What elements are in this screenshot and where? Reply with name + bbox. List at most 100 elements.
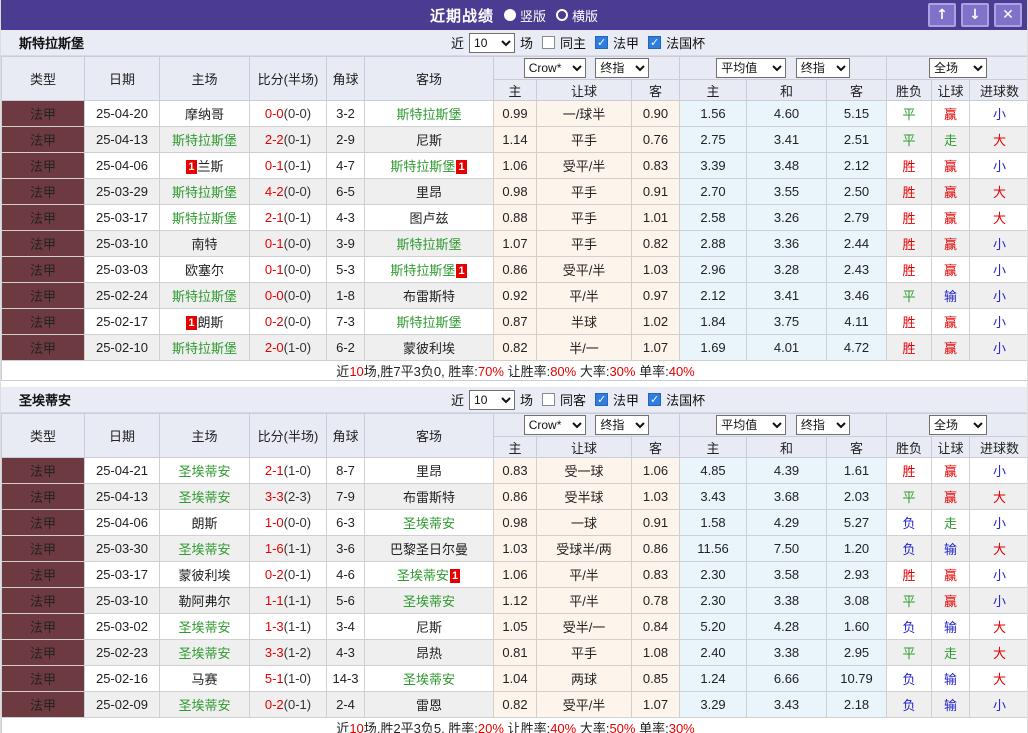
home-team-name: 兰斯 — [197, 159, 224, 174]
odds-time-select[interactable]: 终指 — [595, 415, 650, 435]
away-team-name: 巴黎圣日尔曼 — [389, 542, 468, 557]
result-goals-cell: 大 — [969, 535, 1027, 562]
recent-count-select[interactable]: 10 — [469, 389, 516, 410]
sub-header-odds-away: 客 — [630, 79, 681, 101]
avg-away-cell: 2.44 — [826, 230, 888, 257]
avg-home-cell: 2.30 — [679, 587, 748, 614]
home-team-name: 斯特拉斯堡 — [171, 211, 237, 226]
date-cell: 25-03-30 — [84, 535, 160, 562]
avg-home-cell: 2.30 — [679, 561, 748, 588]
league-cell: 法甲 — [1, 457, 85, 484]
home-team-name: 圣埃蒂安 — [178, 464, 231, 479]
summary-text: 让胜率: — [503, 364, 551, 379]
recent-count-select[interactable]: 10 — [469, 32, 516, 53]
odds-away-cell: 1.07 — [630, 691, 681, 718]
half-time-score: (0-0) — [283, 236, 312, 251]
avg-draw-cell: 3.48 — [746, 152, 828, 179]
handicap-cell: 两球 — [536, 665, 632, 692]
odds-source-select[interactable]: Crow* — [523, 58, 586, 78]
odds-home-cell: 1.04 — [493, 665, 537, 692]
summary-text: 单率: — [635, 721, 669, 733]
scroll-down-button[interactable]: ↓ — [961, 3, 989, 27]
date-cell: 25-04-13 — [84, 483, 160, 510]
away-team-cell: 圣埃蒂安 — [364, 587, 494, 614]
sub-header-handicap: 让球 — [536, 79, 632, 101]
handicap-cell: 受球半/两 — [536, 535, 632, 562]
corners-cell: 8-7 — [326, 457, 365, 484]
avg-time-select[interactable]: 终指 — [795, 58, 850, 78]
score-cell: 2-0(1-0) — [249, 334, 327, 361]
result-wdl-cell: 胜 — [886, 457, 933, 484]
away-team-cell: 圣埃蒂安 1 — [364, 561, 494, 588]
result-handicap-cell: 走 — [931, 639, 971, 666]
avg-time-select[interactable]: 终指 — [795, 415, 850, 435]
result-wdl-cell: 平 — [886, 639, 933, 666]
result-wdl-cell: 胜 — [886, 308, 933, 335]
sub-header-goals: 进球数 — [969, 79, 1027, 101]
full-time-score: 4-2 — [264, 184, 284, 199]
close-button[interactable]: ✕ — [994, 3, 1022, 27]
avg-draw-cell: 3.55 — [746, 178, 828, 205]
avg-away-cell: 1.61 — [826, 457, 888, 484]
odds-away-cell: 0.97 — [630, 282, 681, 309]
full-time-score: 5-1 — [264, 671, 284, 686]
sub-header-goals: 进球数 — [969, 436, 1027, 458]
same-venue-checkbox[interactable] — [542, 36, 556, 49]
scroll-up-button[interactable]: ↑ — [928, 3, 956, 27]
odds-away-cell: 1.02 — [630, 308, 681, 335]
cup-checkbox[interactable] — [648, 393, 662, 406]
avg-source-select[interactable]: 平均值 — [716, 58, 787, 78]
full-time-score: 2-2 — [264, 132, 284, 147]
home-team-name: 马赛 — [191, 672, 218, 687]
scope-group-header: 全场 — [886, 413, 1027, 437]
league-checkbox[interactable] — [595, 393, 609, 406]
handicap-cell: 半/一 — [536, 334, 632, 361]
odds-time-select[interactable]: 终指 — [595, 58, 650, 78]
scope-select[interactable]: 全场 — [929, 58, 988, 78]
match-row: 法甲 25-03-10 南特 0-1(0-0) 3-9 斯特拉斯堡 1.07 平手 0.82 2.… — [1, 230, 1027, 257]
result-handicap-cell: 赢 — [931, 457, 971, 484]
summary-text: 近 — [336, 721, 350, 733]
avg-draw-cell: 4.01 — [746, 334, 828, 361]
odds-away-cell: 1.08 — [630, 639, 681, 666]
result-handicap-cell: 输 — [931, 613, 971, 640]
scope-select[interactable]: 全场 — [929, 415, 988, 435]
result-handicap-cell: 赢 — [931, 334, 971, 361]
same-venue-checkbox[interactable] — [542, 393, 556, 406]
match-row: 法甲 25-04-06 朗斯 1-0(0-0) 6-3 圣埃蒂安 0.98 一球 0.91 1.5… — [1, 509, 1027, 536]
home-team-cell: 朗斯 — [159, 509, 250, 536]
odds-home-cell: 1.14 — [493, 126, 537, 153]
odds-away-cell: 1.03 — [630, 256, 681, 283]
home-team-cell: 1 朗斯 — [159, 308, 250, 335]
radio-horizontal-layout[interactable]: 横版 — [556, 6, 598, 25]
radio-vertical-layout[interactable]: 竖版 — [503, 6, 546, 25]
league-cell: 法甲 — [1, 665, 85, 692]
home-team-cell: 斯特拉斯堡 — [159, 126, 250, 153]
avg-away-cell: 2.12 — [826, 152, 888, 179]
away-team-name: 斯特拉斯堡 — [396, 237, 462, 252]
full-time-score: 1-3 — [264, 619, 284, 634]
league-checkbox[interactable] — [595, 36, 609, 49]
avg-home-cell: 1.24 — [679, 665, 748, 692]
summary-text: 让胜率: — [503, 721, 551, 733]
filters: 近 10 场 同客 法甲 法国杯 — [451, 389, 705, 410]
odds-source-select[interactable]: Crow* — [523, 415, 586, 435]
league-cell: 法甲 — [1, 561, 85, 588]
avg-home-cell: 11.56 — [679, 535, 748, 562]
result-wdl-cell: 负 — [886, 691, 933, 718]
away-team-name: 蒙彼利埃 — [402, 341, 455, 356]
half-time-score: (1-0) — [283, 671, 312, 686]
match-row: 法甲 25-02-16 马赛 5-1(1-0) 14-3 圣埃蒂安 1.04 两球 0.85 1.… — [1, 665, 1027, 692]
away-team-cell: 昂热 — [364, 639, 494, 666]
result-goals-cell: 大 — [969, 126, 1027, 153]
cup-checkbox[interactable] — [648, 36, 662, 49]
avg-source-select[interactable]: 平均值 — [716, 415, 787, 435]
date-cell: 25-02-17 — [84, 308, 160, 335]
away-team-name: 布雷斯特 — [402, 490, 455, 505]
result-handicap-cell: 输 — [931, 535, 971, 562]
home-team-name: 摩纳哥 — [184, 107, 224, 122]
avg-away-cell: 3.46 — [826, 282, 888, 309]
result-handicap-cell: 输 — [931, 665, 971, 692]
sub-header-cover: 让球 — [931, 436, 971, 458]
result-wdl-cell: 负 — [886, 509, 933, 536]
